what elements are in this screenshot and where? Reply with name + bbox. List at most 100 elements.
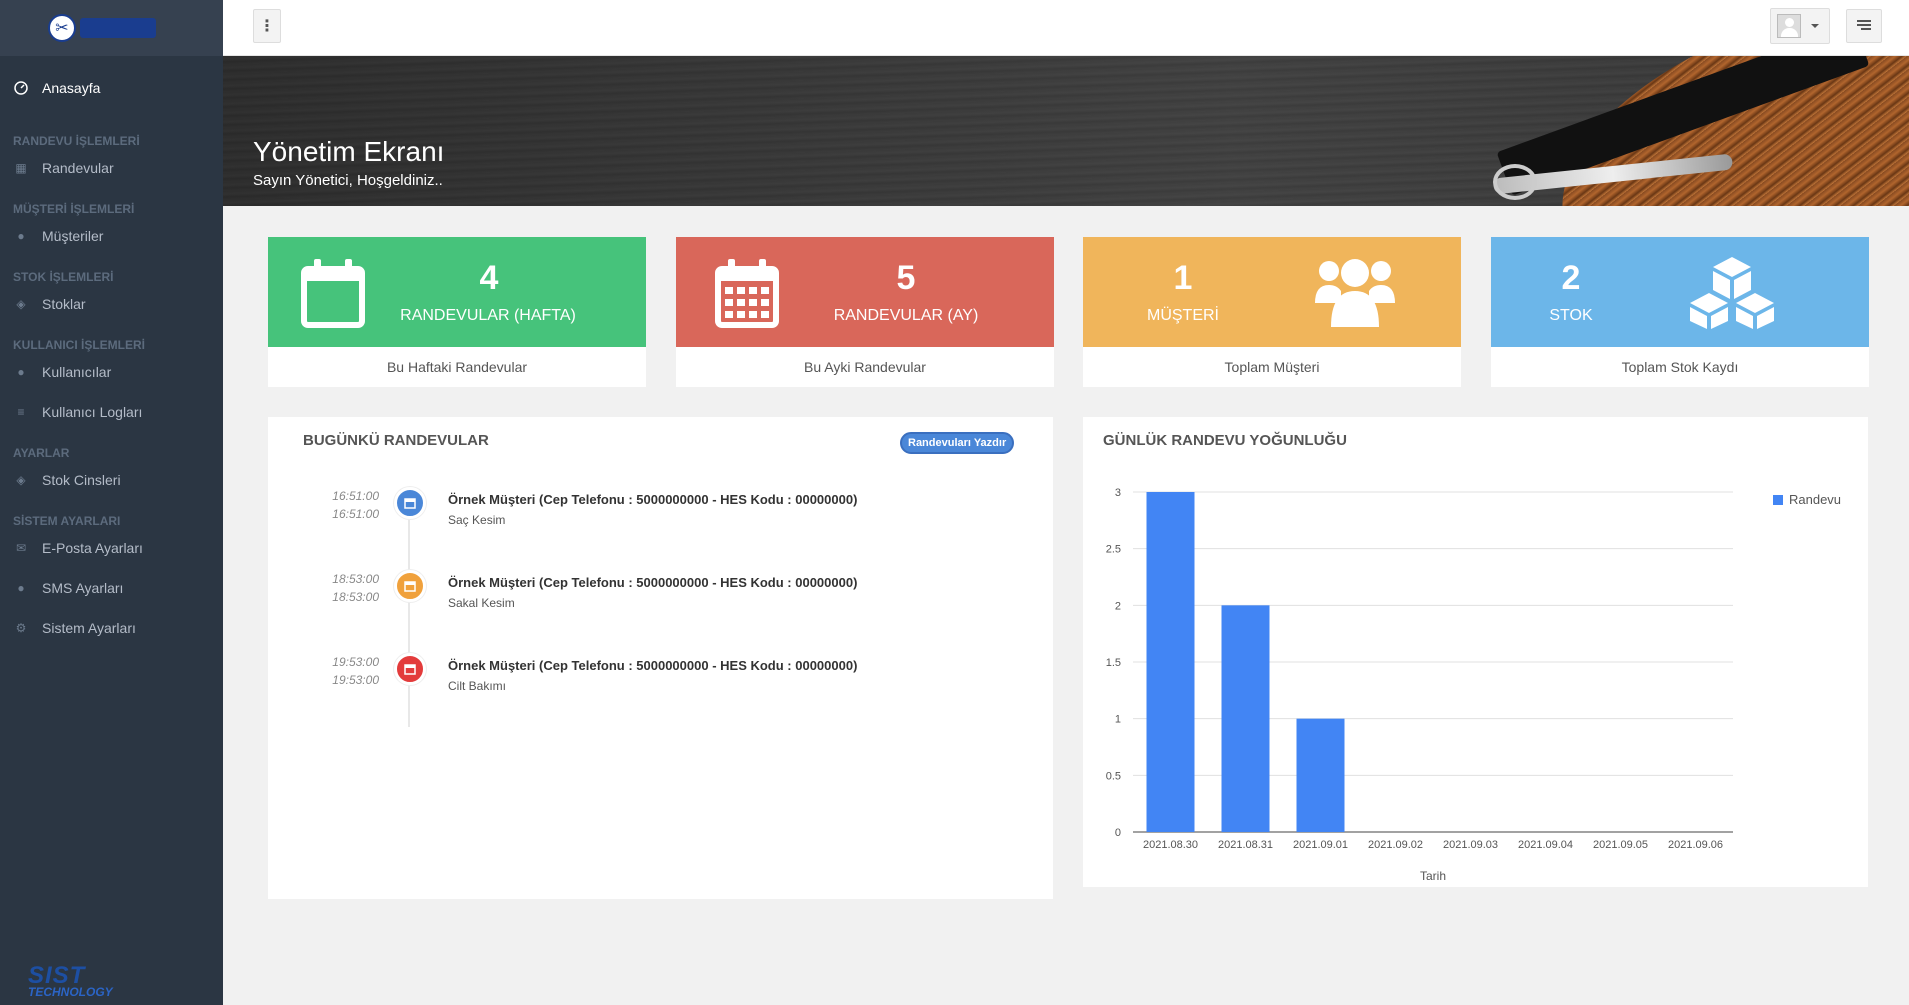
calendar-icon [394,487,426,519]
users-icon: ● [17,365,25,379]
x-axis-label: Tarih [1420,869,1446,883]
sidebar-item-kullanıcı-logları[interactable]: ≡ Kullanıcı Logları [0,392,223,432]
appointment-service: Sakal Kesim [448,596,515,610]
calendar-grid-icon [715,259,779,328]
x-tick-label: 2021.09.04 [1518,839,1573,851]
envelope-icon: ✉ [15,541,27,555]
timeline-item[interactable]: 16:51:00 16:51:00 Örnek Müşteri (Cep Tel… [268,487,1048,557]
x-tick-label: 2021.09.02 [1368,839,1423,851]
y-tick-label: 1.5 [1106,657,1121,669]
avatar [1777,14,1801,38]
sidebar-item-kullanıcılar[interactable]: ● Kullanıcılar [0,352,223,392]
appointment-customer: Örnek Müşteri (Cep Telefonu : 5000000000… [448,575,858,590]
users-icon [1315,259,1395,327]
y-tick-label: 2.5 [1106,544,1121,556]
tile-label: RANDEVULAR (AY) [833,307,979,324]
timeline-item[interactable]: 18:53:00 18:53:00 Örnek Müşteri (Cep Tel… [268,570,1048,640]
top-bar: ⋮ [223,0,1909,56]
sidebar-item-label: E-Posta Ayarları [42,540,143,556]
logo-text [80,18,156,38]
x-tick-label: 2021.09.05 [1593,839,1648,851]
tile-label: MÜŞTERİ [1147,307,1219,324]
sidebar-item-label: Randevular [42,160,114,176]
page-title: Yönetim Ekranı [253,136,445,167]
caret-down-icon [1811,24,1819,28]
quick-sidebar-button[interactable] [1846,9,1882,43]
stat-tile-month[interactable]: 5 RANDEVULAR (AY) Bu Ayki Randevular [676,237,1054,387]
vertical-dots-icon: ⋮ [259,18,275,35]
tile-footer: Toplam Müşteri [1224,359,1320,375]
y-tick-label: 2 [1115,600,1121,612]
cubes-icon: ◈ [16,297,26,311]
menu-toggle-button[interactable]: ⋮ [253,9,281,43]
appointment-end-time: 16:51:00 [332,507,379,521]
dashboard-icon [14,81,28,95]
page-subtitle: Sayın Yönetici, Hoşgeldiniz.. [253,172,443,189]
sidebar: ✂ Anasayfa RANDEVU İŞLEMLERİ ▦ Randevular M… [0,0,223,1005]
x-tick-label: 2021.08.30 [1143,839,1198,851]
appointment-start-time: 19:53:00 [332,655,379,669]
sidebar-item-home[interactable]: Anasayfa [0,56,223,120]
calendar-blank-icon [301,259,365,328]
tile-value: 1 [1173,259,1193,297]
sidebar-item-stoklar[interactable]: ◈ Stoklar [0,284,223,324]
appointment-service: Cilt Bakımı [448,679,507,693]
print-appointments-button[interactable]: Randevuları Yazdır [900,432,1015,454]
sidebar-item-label: Stok Cinsleri [42,472,121,488]
appointment-customer: Örnek Müşteri (Cep Telefonu : 5000000000… [448,492,858,507]
appointment-start-time: 18:53:00 [332,572,379,586]
cubes-icon [1690,257,1774,329]
x-tick-label: 2021.09.01 [1293,839,1348,851]
comment-icon: ● [17,581,25,595]
sist-technology-logo: SIST TECHNOLOGY [28,962,113,1000]
page-banner: Yönetim Ekranı Sayın Yönetici, Hoşgeldin… [223,56,1909,206]
today-appointments-panel: BUGÜNKÜ RANDEVULAR Randevuları Yazdır 16… [268,417,1053,899]
calendar-icon: ▦ [15,161,27,175]
sidebar-item-sms-ayarları[interactable]: ● SMS Ayarları [0,568,223,608]
list-icon [1857,20,1871,30]
app-logo[interactable]: ✂ [0,0,223,56]
sidebar-item-e-posta-ayarları[interactable]: ✉ E-Posta Ayarları [0,528,223,568]
sidebar-section-heading: MÜŞTERİ İŞLEMLERİ [13,202,135,216]
scissors-logo-icon: ✂ [48,14,76,42]
sidebar-item-label: Kullanıcılar [42,364,112,380]
scissors-ring-decoration [1493,164,1537,200]
tile-footer: Bu Haftaki Randevular [386,359,528,375]
sidebar-item-müşteriler[interactable]: ● Müşteriler [0,216,223,256]
chart-legend[interactable]: Randevu [1773,492,1841,507]
x-tick-label: 2021.09.06 [1668,839,1723,851]
appointment-end-time: 18:53:00 [332,590,379,604]
calendar-icon [394,570,426,602]
tile-value: 2 [1561,259,1581,297]
legend-label: Randevu [1789,492,1842,507]
sidebar-item-label: Sistem Ayarları [42,620,136,636]
stat-tile-week[interactable]: 4 RANDEVULAR (HAFTA) Bu Haftaki Randevul… [268,237,646,387]
chart-bar[interactable] [1146,492,1195,832]
sidebar-item-sistem-ayarları[interactable]: ⚙ Sistem Ayarları [0,608,223,648]
appointment-start-time: 16:51:00 [332,489,379,503]
chart-bar[interactable] [1221,605,1270,832]
bar-chart: 0 0.5 1 1.5 2 2.5 3 2021.08.30 2021.08.31 2021.09… [1106,487,1733,883]
x-tick-label: 2021.08.31 [1218,839,1273,851]
y-tick-label: 1 [1115,714,1121,726]
chart-bar[interactable] [1296,718,1345,832]
appointment-service: Saç Kesim [448,513,506,527]
stat-tile-customers[interactable]: 1 MÜŞTERİ Toplam Müşteri [1083,237,1461,387]
user-menu-button[interactable] [1770,8,1830,44]
stat-tile-stock[interactable]: 2 STOK Toplam Stok Kaydı [1491,237,1869,387]
sidebar-section-heading: SİSTEM AYARLARI [13,514,121,528]
tile-footer: Toplam Stok Kaydı [1621,359,1739,375]
tile-label: RANDEVULAR (HAFTA) [400,307,576,324]
legend-swatch [1773,494,1783,505]
sidebar-item-label: Stoklar [42,296,86,312]
y-tick-label: 0 [1115,827,1121,839]
sidebar-item-randevular[interactable]: ▦ Randevular [0,148,223,188]
sidebar-item-label: Müşteriler [42,228,104,244]
calendar-icon [394,653,426,685]
timeline-item[interactable]: 19:53:00 19:53:00 Örnek Müşteri (Cep Tel… [268,653,1048,723]
sidebar-item-label: Kullanıcı Logları [42,404,143,420]
panel-title: BUGÜNKÜ RANDEVULAR [303,432,489,449]
tile-footer: Bu Ayki Randevular [804,359,926,375]
sidebar-item-label: SMS Ayarları [42,580,124,596]
sidebar-item-stok-cinsleri[interactable]: ◈ Stok Cinsleri [0,460,223,500]
